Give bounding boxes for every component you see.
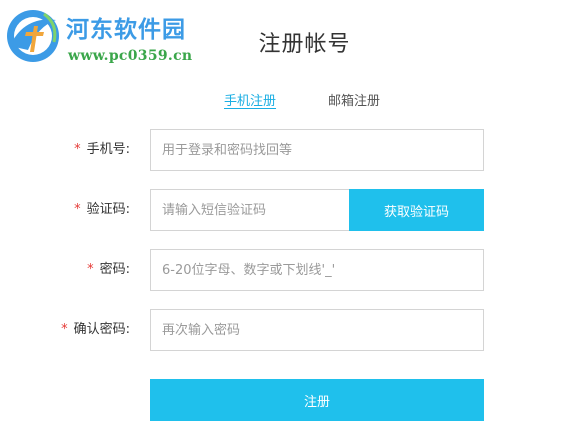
phone-row: * 手机号: [0, 129, 581, 171]
code-row: * 验证码: 获取验证码 [0, 189, 581, 231]
confirm-label: * 确认密码: [61, 309, 130, 351]
code-label: * 验证码: [74, 189, 130, 231]
register-page: 河东软件园 www.pc0359.cn 注册帐号 手机注册 邮箱注册 * 手机号:… [0, 0, 581, 438]
required-mark: * [61, 322, 68, 337]
phone-label: * 手机号: [74, 129, 130, 171]
phone-label-text: 手机号: [86, 142, 130, 157]
register-button[interactable]: 注册 [150, 379, 484, 421]
get-code-button[interactable]: 获取验证码 [349, 189, 484, 231]
tab-phone-register[interactable]: 手机注册 [224, 90, 276, 109]
page-title: 注册帐号 [258, 32, 351, 57]
required-mark: * [74, 142, 81, 157]
confirm-label-text: 确认密码: [73, 322, 130, 337]
code-label-text: 验证码: [86, 202, 130, 217]
required-mark: * [87, 262, 94, 277]
sms-code-input[interactable] [150, 189, 350, 231]
required-mark: * [74, 202, 81, 217]
tab-email-register[interactable]: 邮箱注册 [328, 90, 380, 109]
password-label-text: 密码: [99, 262, 130, 277]
password-input[interactable] [150, 249, 484, 291]
password-label: * 密码: [87, 249, 130, 291]
confirm-row: * 确认密码: [0, 309, 581, 351]
password-row: * 密码: [0, 249, 581, 291]
phone-input[interactable] [150, 129, 484, 171]
confirm-password-input[interactable] [150, 309, 484, 351]
